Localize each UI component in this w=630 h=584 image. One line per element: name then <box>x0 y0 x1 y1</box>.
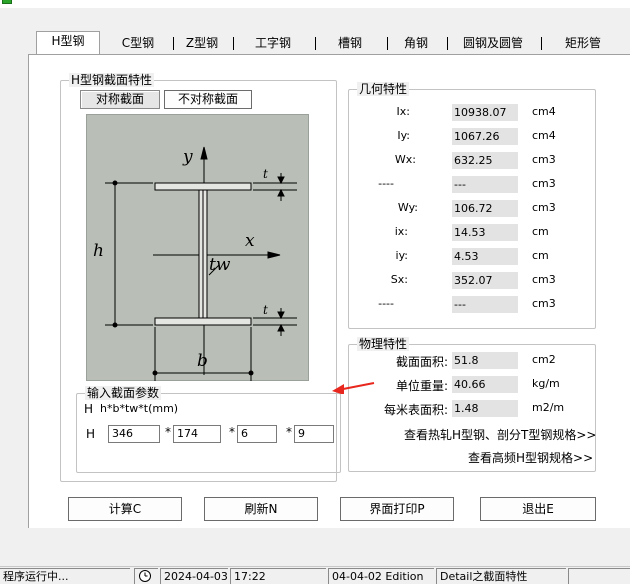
geometry-label: ix: <box>394 225 408 238</box>
tab-channel[interactable]: 槽钢 <box>314 34 388 54</box>
status-clock-icon-cell <box>134 568 158 584</box>
tab-label: 圆钢及圆管 <box>462 36 523 50</box>
geometry-label: ---- <box>378 297 394 310</box>
geometry-value: 4.53 <box>452 248 518 265</box>
geometry-value: --- <box>452 296 518 313</box>
geometry-label: Sx: <box>390 273 408 286</box>
status-time: 17:22 <box>230 568 326 584</box>
tab-c-steel[interactable]: C型钢 <box>104 34 174 54</box>
t-input[interactable]: 9 <box>294 425 334 443</box>
h-input[interactable]: 346 <box>108 425 160 443</box>
geometry-value: --- <box>452 176 518 193</box>
geometry-unit: cm4 <box>532 129 556 142</box>
tw-input[interactable]: 6 <box>237 425 277 443</box>
physical-label: 单位重量: <box>395 379 448 393</box>
tab-label: 工字钢 <box>254 36 291 50</box>
y-axis-label: y <box>183 147 193 167</box>
physical-value: 51.8 <box>452 352 518 369</box>
physical-unit: m2/m <box>532 401 565 414</box>
h-section-diagram: y x h b tw t t <box>86 114 309 381</box>
geometry-unit: cm <box>532 225 549 238</box>
geometry-label: Ix: <box>396 105 410 118</box>
t-bottom-dimension-label: t <box>263 303 268 317</box>
geometry-label: ---- <box>378 177 394 190</box>
tab-label: H型钢 <box>51 34 85 48</box>
section-group-title: H型钢截面特性 <box>69 73 155 87</box>
symmetric-section-button[interactable]: 对称截面 <box>80 90 160 109</box>
geometry-value: 14.53 <box>452 224 518 241</box>
tab-label: 矩形管 <box>564 36 601 50</box>
clock-icon <box>139 570 151 582</box>
geometry-unit: cm4 <box>532 105 556 118</box>
b-dimension-label: b <box>197 351 208 371</box>
geometry-value: 1067.26 <box>452 128 518 145</box>
tab-z-steel[interactable]: Z型钢 <box>172 34 234 54</box>
status-module: Detail之截面特性 <box>436 568 566 584</box>
calculate-button[interactable]: 计算C <box>68 497 182 521</box>
geometry-label: Iy: <box>397 129 410 142</box>
formula-text: h*b*tw*t(mm) <box>100 402 179 415</box>
red-arrow-annotation <box>332 382 375 394</box>
title-bar <box>0 0 630 8</box>
physical-group-title: 物理特性 <box>357 337 410 351</box>
geometry-label: Wx: <box>394 153 416 166</box>
h-dimension-label: h <box>93 241 104 261</box>
tab-label: Z型钢 <box>185 36 219 50</box>
tab-label: C型钢 <box>121 36 155 50</box>
tab-strip: H型钢 C型钢 Z型钢 工字钢 槽钢 角钢 圆钢及圆管 矩形管 <box>30 31 630 54</box>
times-sep: * <box>229 425 235 439</box>
exit-button[interactable]: 退出E <box>480 497 596 521</box>
high-frequency-spec-link[interactable]: 查看高频H型钢规格>> <box>468 449 593 466</box>
tab-angle[interactable]: 角钢 <box>386 34 448 54</box>
asymmetric-section-button[interactable]: 不对称截面 <box>164 90 252 109</box>
geometry-unit: cm <box>532 249 549 262</box>
tab-round[interactable]: 圆钢及圆管 <box>446 34 542 54</box>
physical-value: 40.66 <box>452 376 518 393</box>
x-axis-label: x <box>245 231 255 251</box>
physical-value: 1.48 <box>452 400 518 417</box>
status-bar: 程序运行中... 2024-04-03 17:22 04-04-02 Editi… <box>0 566 630 584</box>
hot-rolled-spec-link[interactable]: 查看热轧H型钢、剖分T型钢规格>> <box>404 426 596 443</box>
b-input[interactable]: 174 <box>173 425 221 443</box>
tab-i-beam[interactable]: 工字钢 <box>232 34 316 54</box>
geometry-value: 632.25 <box>452 152 518 169</box>
times-sep: * <box>286 425 292 439</box>
physical-unit: kg/m <box>532 377 560 390</box>
geometry-label: Wy: <box>397 201 418 214</box>
tab-h-steel[interactable]: H型钢 <box>36 31 100 54</box>
geometry-unit: cm3 <box>532 273 556 286</box>
status-empty <box>568 568 630 584</box>
geometry-value: 106.72 <box>452 200 518 217</box>
tab-label: 槽钢 <box>337 36 362 50</box>
geometry-unit: cm3 <box>532 153 556 166</box>
geometry-label: iy: <box>395 249 408 262</box>
input-group-title: 输入截面参数 <box>85 386 162 400</box>
status-date: 2024-04-03 <box>160 568 228 584</box>
physical-label: 截面面积: <box>395 355 448 369</box>
geometry-group-title: 几何特性 <box>357 82 410 96</box>
app-icon <box>2 0 12 4</box>
geometry-unit: cm3 <box>532 297 556 310</box>
tw-dimension-label: tw <box>209 255 231 275</box>
input-row-label: H <box>86 427 96 441</box>
physical-label: 每米表面积: <box>383 403 448 417</box>
geometry-unit: cm3 <box>532 201 556 214</box>
status-edition: 04-04-02 Edition <box>328 568 434 584</box>
formula-prefix: H <box>84 402 94 416</box>
physical-unit: cm2 <box>532 353 556 366</box>
refresh-button[interactable]: 刷新N <box>204 497 318 521</box>
geometry-unit: cm3 <box>532 177 556 190</box>
status-running: 程序运行中... <box>0 568 130 584</box>
geometry-value: 10938.07 <box>452 104 518 121</box>
times-sep: * <box>165 425 171 439</box>
geometry-value: 352.07 <box>452 272 518 289</box>
t-top-dimension-label: t <box>263 167 268 181</box>
tab-label: 角钢 <box>403 36 428 50</box>
print-button[interactable]: 界面打印P <box>340 497 454 521</box>
tab-rect-tube[interactable]: 矩形管 <box>540 34 626 54</box>
h-section-drawing <box>105 146 297 381</box>
